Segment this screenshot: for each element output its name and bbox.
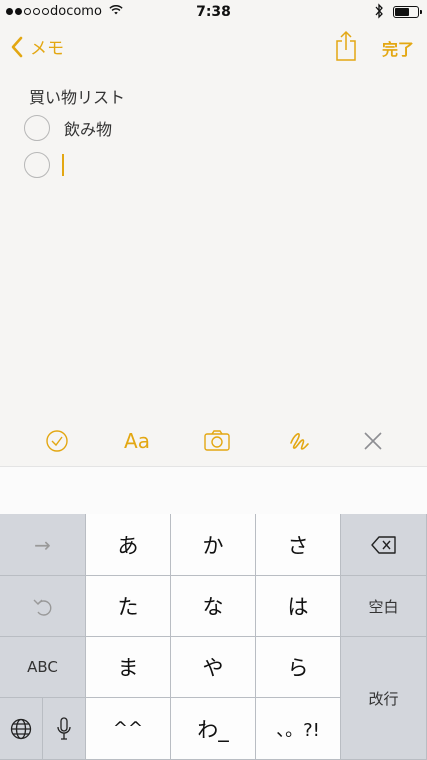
key-ta[interactable]: た — [86, 576, 171, 637]
globe-key[interactable] — [0, 698, 43, 760]
key-ha[interactable]: は — [256, 576, 341, 637]
battery-icon — [393, 6, 422, 18]
key-na[interactable]: な — [171, 576, 256, 637]
navigation-bar: メモ 完了 — [0, 28, 427, 72]
key-ya[interactable]: や — [171, 637, 256, 698]
delete-icon — [370, 535, 396, 554]
checklist-circle[interactable] — [24, 115, 50, 141]
text-format-icon[interactable]: Aa — [119, 428, 155, 454]
camera-icon[interactable] — [204, 428, 230, 454]
chevron-left-icon — [11, 36, 23, 57]
checklist-item[interactable]: 飲み物 — [24, 114, 112, 142]
share-icon[interactable] — [334, 30, 358, 62]
return-key[interactable]: 改行 — [341, 637, 427, 760]
back-button[interactable]: メモ — [10, 34, 64, 59]
checklist-item[interactable] — [24, 151, 64, 179]
globe-icon — [10, 718, 32, 739]
dictation-key[interactable] — [43, 698, 86, 760]
text-cursor — [62, 154, 64, 176]
undo-icon — [33, 599, 51, 616]
key-punctuation[interactable]: 、。?! — [256, 698, 341, 760]
abc-key[interactable]: ABC — [0, 637, 86, 698]
keyboard: → あ か さ た な は 空白 ABC ま や ら 改行 ^^ わ_ 、。?! — [0, 514, 427, 760]
cursor-right-key[interactable]: → — [0, 514, 86, 576]
key-ra[interactable]: ら — [256, 637, 341, 698]
prediction-bar — [0, 466, 427, 514]
format-toolbar: Aa — [0, 420, 427, 460]
key-a[interactable]: あ — [86, 514, 171, 576]
close-icon[interactable] — [360, 428, 386, 454]
sketch-icon[interactable] — [286, 428, 312, 454]
checklist-circle[interactable] — [24, 152, 50, 178]
space-key[interactable]: 空白 — [341, 576, 427, 637]
note-title[interactable]: 買い物リスト — [29, 84, 125, 108]
key-wa[interactable]: わ_ — [171, 698, 256, 760]
done-button[interactable]: 完了 — [382, 36, 414, 60]
checklist-item-text[interactable]: 飲み物 — [64, 116, 112, 140]
mic-icon — [57, 716, 71, 740]
checklist-icon[interactable] — [44, 428, 70, 454]
clock-time: 7:38 — [196, 4, 231, 20]
delete-key[interactable] — [341, 514, 427, 576]
bluetooth-icon — [374, 3, 384, 23]
undo-key[interactable] — [0, 576, 86, 637]
back-button-label: メモ — [30, 39, 64, 59]
key-dakuten[interactable]: ^^ — [86, 698, 171, 760]
key-sa[interactable]: さ — [256, 514, 341, 576]
key-ka[interactable]: か — [171, 514, 256, 576]
status-bar: docomo 7:38 — [0, 0, 427, 24]
key-ma[interactable]: ま — [86, 637, 171, 698]
